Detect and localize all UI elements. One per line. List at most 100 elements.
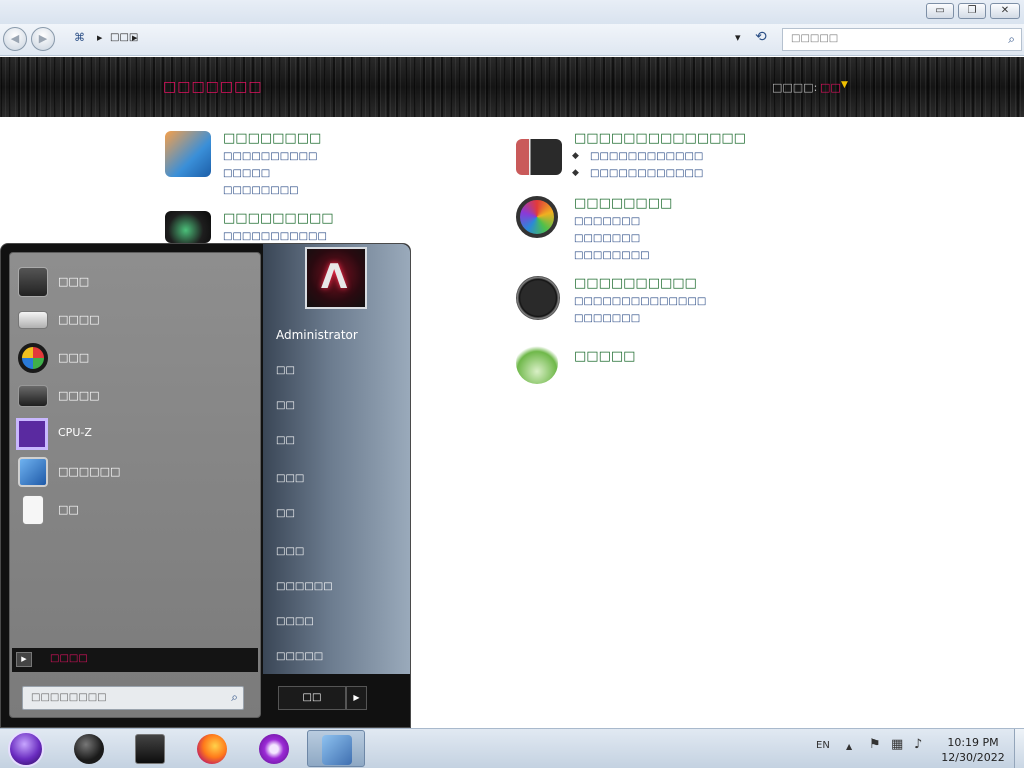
category-link[interactable]: □□□□□□□□□□ [223, 151, 317, 162]
search-icon[interactable]: ⌕ [1008, 32, 1015, 47]
start-button[interactable] [8, 731, 44, 767]
program-item[interactable]: □□□□ [14, 303, 254, 337]
category-title[interactable]: □□□□□□□□□□ [574, 276, 697, 291]
show-desktop-button[interactable] [1014, 729, 1024, 768]
taskbar-app-button[interactable] [121, 730, 179, 767]
action-center-icon[interactable]: ⚑ [869, 737, 881, 752]
category-link[interactable]: □□□□□□□□□□□ [223, 231, 327, 242]
taskbar-app-button[interactable] [245, 730, 303, 767]
category-user-accounts: □□□□□□□□□□□□□□ ◆ □□□□□□□□□□□□ ◆ □□□□□□□□… [516, 131, 816, 191]
user-name-item[interactable]: Administrator [276, 328, 358, 342]
category-link[interactable]: □□□□□□□ [574, 233, 640, 244]
breadcrumb-separator[interactable]: ▶ [97, 34, 102, 42]
address-bar: ◀ ▶ ⌘ ▶ □□□ ▶ ▾ ⟲ □□□□□ ⌕ [0, 24, 1024, 56]
all-programs-label: □□□□ [50, 653, 88, 664]
taskbar: EN ▲ ⚑ ▦ ♪ 10:19 PM 12/30/2022 [0, 728, 1024, 768]
taskbar-app-button[interactable] [183, 730, 241, 767]
places-item[interactable]: □□□ [276, 546, 304, 557]
category-appearance-personalization: □□□□□□□□ □□□□□□□ □□□□□□□ □□□□□□□□ [516, 196, 816, 266]
category-title[interactable]: □□□□□ [574, 349, 635, 364]
window-titlebar: ▭ ❐ ✕ [0, 0, 1024, 24]
maximize-button[interactable]: ❐ [958, 3, 986, 19]
network-icon[interactable]: ▦ [891, 737, 903, 752]
refresh-button[interactable]: ⟲ [755, 29, 767, 45]
category-link[interactable]: □□□□□□□ [574, 216, 640, 227]
start-search-input[interactable]: □□□□□□□□ ⌕ [22, 686, 244, 710]
cpu-z-icon [16, 418, 48, 450]
search-input[interactable]: □□□□□ ⌕ [782, 28, 1022, 51]
shield-icon: ◆ [572, 151, 579, 161]
language-indicator[interactable]: EN [816, 740, 830, 751]
program-label: □□ [58, 503, 79, 516]
forward-button[interactable]: ▶ [31, 27, 55, 51]
tray-expand-button[interactable]: ▲ [846, 742, 852, 751]
volume-icon[interactable]: ♪ [914, 737, 922, 752]
places-item[interactable]: □□□□□□ [276, 581, 333, 592]
places-item[interactable]: □□ [276, 508, 295, 519]
category-link[interactable]: □□□□□□□□ [574, 250, 650, 261]
control-panel-icon[interactable]: ⌘ [74, 31, 85, 44]
program-label: □□□□ [58, 389, 100, 402]
program-item[interactable]: □□□□ [14, 379, 254, 413]
calculator-icon [18, 267, 48, 297]
breadcrumb-separator[interactable]: ▶ [132, 34, 137, 42]
color-wheel-icon [516, 196, 558, 238]
accessibility-icon [516, 342, 558, 384]
category-title[interactable]: □□□□□□□□ [574, 196, 672, 211]
category-link[interactable]: □□□□□ [223, 168, 270, 179]
places-item[interactable]: □□□□ [276, 616, 314, 627]
places-item[interactable]: □□ [276, 435, 295, 446]
firefox-icon [197, 734, 227, 764]
program-label: □□□□ [58, 313, 100, 326]
category-link[interactable]: □□□□□□□ [574, 313, 640, 324]
control-panel-icon [322, 735, 352, 765]
taskbar-app-button-active[interactable] [307, 730, 365, 767]
program-label: □□□□□□ [58, 465, 121, 478]
minimize-button[interactable]: ▭ [926, 3, 954, 19]
category-title[interactable]: □□□□□□□□□ [223, 211, 334, 226]
back-button[interactable]: ◀ [3, 27, 27, 51]
program-item[interactable]: □□□□□□ [14, 455, 254, 489]
user-accounts-icon [516, 139, 562, 175]
category-link[interactable]: □□□□□□□□□□□□ [590, 151, 703, 162]
search-placeholder: □□□□□ [791, 33, 839, 44]
chevron-down-icon[interactable]: ▼ [841, 80, 848, 90]
address-dropdown-button[interactable]: ▾ [735, 31, 741, 44]
category-title[interactable]: □□□□□□□□□□□□□□ [574, 131, 746, 146]
category-appearance: □□□□□□□□ □□□□□□□□□□ □□□□□ □□□□□□□□ [165, 131, 465, 201]
program-label: □□□ [58, 351, 90, 364]
shutdown-options-button[interactable]: ▶ [346, 686, 367, 710]
category-programs: □□□□□□□□□ □□□□□□□□□□□ [165, 211, 465, 247]
category-clock-region: □□□□□□□□□□ □□□□□□□□□□□□□□ □□□□□□□ [516, 276, 816, 326]
program-item[interactable]: CPU-Z [14, 416, 254, 450]
clock-date: 12/30/2022 [941, 751, 1005, 764]
avatar[interactable]: Λ [305, 247, 367, 309]
category-link[interactable]: □□□□□□□□ [223, 185, 299, 196]
start-menu-programs-pane: □□□ □□□□ □□□ □□□□ CPU-Z □□□□□□ □□ ▶ □□□□… [9, 252, 261, 718]
view-by-dropdown[interactable]: □□ [820, 81, 841, 94]
places-item[interactable]: □□□ [276, 473, 304, 484]
program-item[interactable]: □□□ [14, 341, 254, 375]
shield-icon: ◆ [572, 168, 579, 178]
program-item[interactable]: □□□ [14, 265, 254, 299]
media-player-icon [74, 734, 104, 764]
search-icon[interactable]: ⌕ [231, 690, 238, 705]
infinity-app-icon [259, 734, 289, 764]
program-item[interactable]: □□ [14, 493, 254, 527]
start-search-placeholder: □□□□□□□□ [31, 692, 107, 703]
close-button[interactable]: ✕ [990, 3, 1020, 19]
places-item[interactable]: □□□□□ [276, 651, 323, 662]
shutdown-button[interactable]: □□ [278, 686, 346, 710]
category-link[interactable]: □□□□□□□□□□□□□□ [574, 296, 706, 307]
program-label: CPU-Z [58, 426, 92, 439]
start-menu: □□□ □□□□ □□□ □□□□ CPU-Z □□□□□□ □□ ▶ □□□□… [0, 243, 411, 728]
solitaire-icon [22, 495, 44, 525]
category-title[interactable]: □□□□□□□□ [223, 131, 321, 146]
places-item[interactable]: □□ [276, 400, 295, 411]
category-link[interactable]: □□□□□□□□□□□□ [590, 168, 703, 179]
system-clock[interactable]: 10:19 PM 12/30/2022 [938, 735, 1008, 765]
windows-logo-icon [18, 343, 48, 373]
taskbar-app-button[interactable] [60, 730, 118, 767]
places-item[interactable]: □□ [276, 365, 295, 376]
all-programs-button[interactable]: ▶ □□□□ [12, 648, 258, 672]
